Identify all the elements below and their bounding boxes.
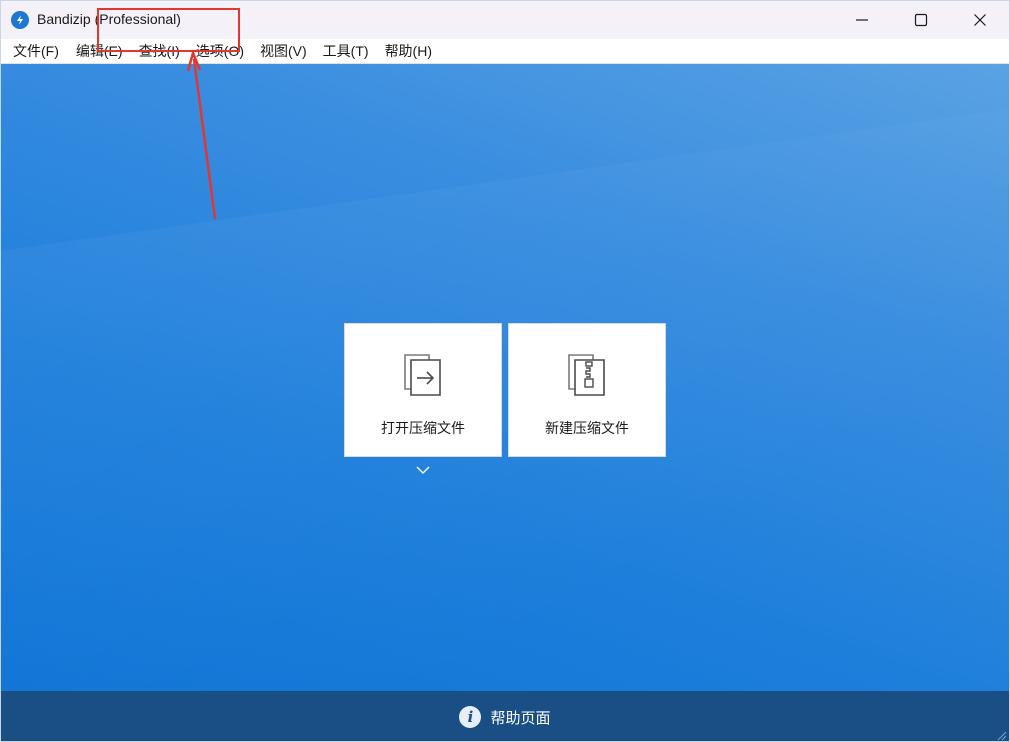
close-button[interactable]	[951, 1, 1009, 39]
new-archive-icon	[568, 354, 605, 396]
menu-options[interactable]: 选项(O)	[188, 39, 252, 64]
maximize-button[interactable]	[892, 1, 950, 39]
menu-help[interactable]: 帮助(H)	[377, 39, 440, 64]
app-window: Bandizip (Professional) 文件(F) 编辑(E) 查找(I…	[0, 0, 1010, 742]
minimize-icon	[856, 19, 868, 21]
menu-edit[interactable]: 编辑(E)	[68, 39, 131, 64]
maximize-icon	[914, 13, 928, 27]
main-area: 打开压缩文件 新建压缩文件	[1, 64, 1009, 691]
bandizip-logo-icon	[11, 11, 29, 29]
menu-find[interactable]: 查找(I)	[131, 39, 188, 64]
help-page-label: 帮助页面	[490, 708, 551, 727]
close-icon	[974, 14, 986, 26]
menu-view[interactable]: 视图(V)	[252, 39, 315, 64]
new-archive-button[interactable]: 新建压缩文件	[508, 323, 666, 457]
menu-tools[interactable]: 工具(T)	[315, 39, 377, 64]
help-page-button[interactable]: i 帮助页面	[1, 691, 1009, 741]
minimize-button[interactable]	[833, 1, 891, 39]
resize-grip-icon[interactable]	[995, 729, 1007, 741]
menu-bar: 文件(F) 编辑(E) 查找(I) 选项(O) 视图(V) 工具(T) 帮助(H…	[1, 39, 1009, 64]
new-archive-label: 新建压缩文件	[545, 421, 629, 437]
open-archive-icon	[404, 354, 441, 396]
menu-file[interactable]: 文件(F)	[5, 39, 67, 64]
open-archive-button[interactable]: 打开压缩文件	[344, 323, 502, 457]
open-archive-label: 打开压缩文件	[381, 421, 465, 437]
info-icon: i	[459, 706, 482, 728]
chevron-down-icon[interactable]	[415, 464, 431, 476]
window-title: Bandizip (Professional)	[37, 11, 181, 27]
title-bar[interactable]: Bandizip (Professional)	[1, 1, 1009, 39]
